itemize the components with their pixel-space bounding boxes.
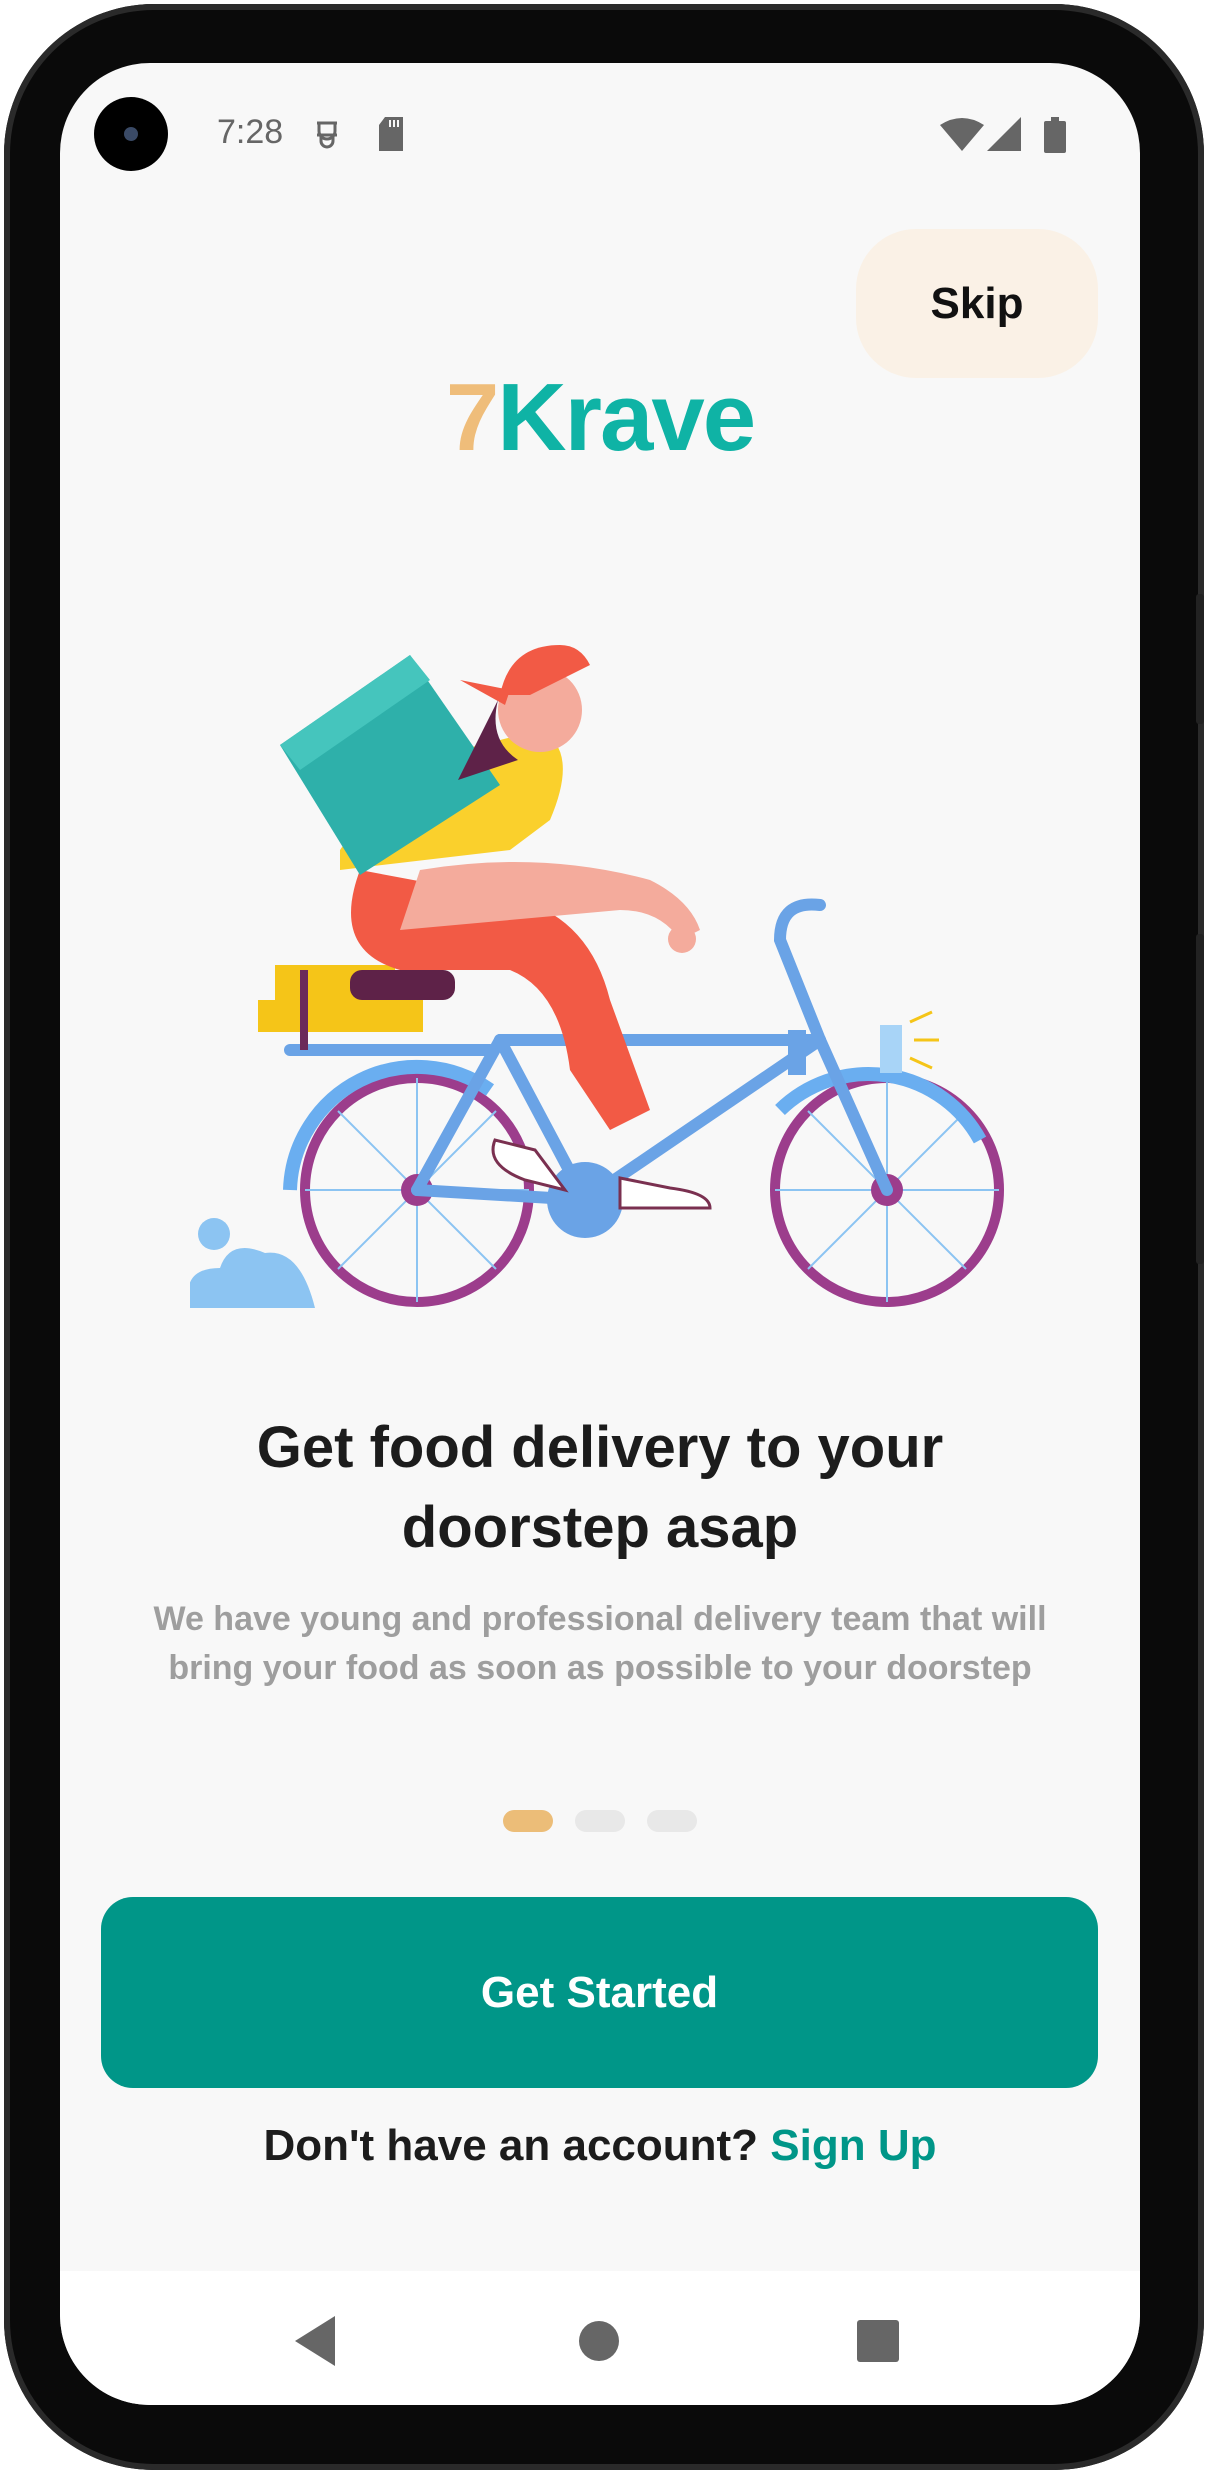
account-prompt-text: Don't have an account? bbox=[263, 2121, 759, 2170]
signup-link[interactable]: Sign Up bbox=[770, 2121, 936, 2170]
delivery-rider-illustration bbox=[190, 645, 1004, 1308]
skip-button[interactable]: Skip bbox=[856, 229, 1098, 378]
back-icon[interactable] bbox=[285, 2311, 345, 2371]
title-line-2: doorstep asap bbox=[401, 1495, 799, 1560]
android-debug-icon bbox=[313, 117, 341, 155]
page-dot-2[interactable] bbox=[575, 1810, 625, 1832]
page-dot-3[interactable] bbox=[647, 1810, 697, 1832]
get-started-button[interactable]: Get Started bbox=[101, 1897, 1098, 2088]
status-bar: 7:28 bbox=[60, 113, 1140, 153]
volume-button bbox=[1196, 934, 1204, 1264]
page-indicator bbox=[60, 1810, 1140, 1832]
logo-seven: 7 bbox=[445, 364, 499, 471]
wifi-icon bbox=[940, 117, 984, 155]
signal-icon bbox=[987, 117, 1021, 155]
app-logo: 7Krave bbox=[60, 363, 1140, 473]
page-dot-1-active[interactable] bbox=[503, 1810, 553, 1832]
home-icon[interactable] bbox=[569, 2311, 629, 2371]
status-time: 7:28 bbox=[217, 113, 284, 151]
title-line-1: Get food delivery to your bbox=[256, 1415, 944, 1480]
sd-card-icon bbox=[377, 117, 405, 155]
power-button bbox=[1196, 594, 1204, 724]
signup-prompt: Don't have an account? Sign Up bbox=[60, 2121, 1140, 2171]
logo-name: Krave bbox=[497, 364, 756, 471]
onboarding-subtitle: We have young and professional delivery … bbox=[153, 1600, 1047, 1687]
recents-icon[interactable] bbox=[848, 2311, 908, 2371]
battery-icon bbox=[1044, 117, 1066, 157]
onboarding-title: Get food delivery to your doorstep asap bbox=[100, 1408, 1100, 1568]
onboarding-screen: 7:28 Skip 7Krave Get food delivery to yo… bbox=[60, 63, 1140, 2405]
system-nav-bar bbox=[60, 2271, 1140, 2405]
